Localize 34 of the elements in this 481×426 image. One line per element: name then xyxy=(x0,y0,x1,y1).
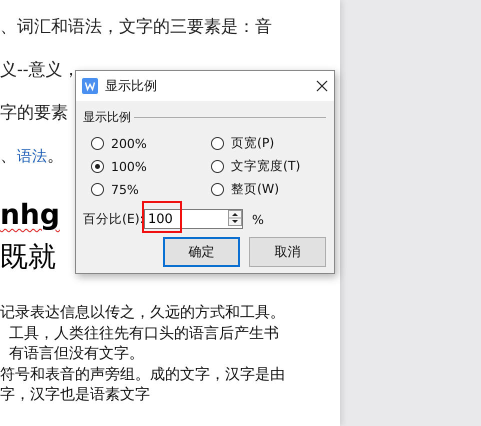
heading-text: 既就 xyxy=(0,240,56,273)
hyperlink[interactable]: 语法 xyxy=(17,147,47,165)
spinner-icon[interactable] xyxy=(228,210,242,226)
field-label: 百分比(E): xyxy=(83,210,144,228)
dialog-button[interactable]: 取消 xyxy=(249,237,326,267)
dialog-button[interactable]: 确定 xyxy=(163,237,240,267)
radio-option[interactable]: 200% xyxy=(91,135,211,152)
body-text: 工具，人类往往先有口头的语言后产生书 xyxy=(9,324,279,342)
radio-icon[interactable] xyxy=(91,183,104,196)
app-icon xyxy=(82,78,98,94)
radio-icon[interactable] xyxy=(211,137,224,150)
radio-option[interactable]: 整页(W) xyxy=(211,181,326,198)
body-text: 字，汉字也是语素文字 xyxy=(0,385,150,403)
close-icon[interactable] xyxy=(316,80,328,92)
radio-option[interactable]: 100% xyxy=(91,158,211,175)
radio-option[interactable]: 文字宽度(T) xyxy=(211,158,326,175)
body-text: 义--意义， xyxy=(0,60,80,80)
radio-option[interactable]: 75% xyxy=(91,181,211,198)
group-label: 显示比例 xyxy=(83,109,131,126)
body-text: 符号和表音的声旁组。成的文字，汉字是由 xyxy=(0,364,285,382)
radio-icon[interactable] xyxy=(211,183,224,196)
radio-option[interactable]: 页宽(P) xyxy=(211,135,326,152)
body-text: 。 xyxy=(47,146,64,166)
heading-text: nhg xyxy=(0,198,60,231)
radio-icon[interactable] xyxy=(91,137,104,150)
body-text: 有语言但没有文字。 xyxy=(9,344,144,362)
body-text: 、 xyxy=(0,146,17,166)
unit-label: % xyxy=(252,212,264,226)
dialog-title: 显示比例 xyxy=(105,78,158,95)
radio-icon[interactable] xyxy=(211,160,224,173)
radio-icon[interactable] xyxy=(91,160,104,173)
body-text: 记录表达信息以传之，久远的方式和工具。 xyxy=(0,303,285,321)
body-text: 字的要素 xyxy=(0,103,68,123)
body-text: 、词汇和语法，文字的三要素是：音 xyxy=(0,17,272,37)
